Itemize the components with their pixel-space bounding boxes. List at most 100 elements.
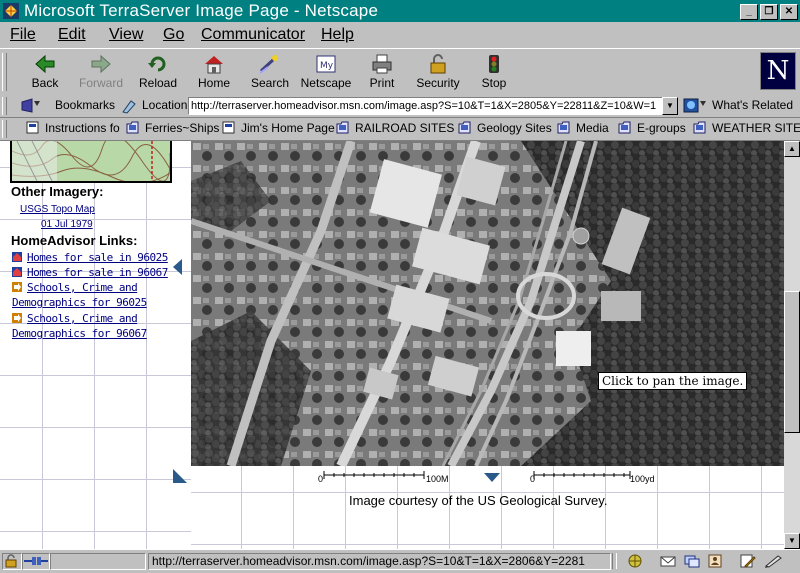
connection-status [22, 553, 50, 570]
search-button[interactable]: Search [243, 51, 297, 93]
my-netscape-icon: My [316, 55, 336, 73]
usgs-topo-map-link[interactable]: USGS Topo Map [20, 204, 95, 215]
security-lock-icon [5, 554, 17, 568]
yard-scale-end: 100yd [630, 474, 655, 484]
print-button[interactable]: Print [355, 51, 409, 93]
pan-southwest-arrow-icon[interactable] [173, 469, 187, 483]
pan-tooltip: Click to pan the image. [598, 372, 748, 390]
back-button[interactable]: Back [18, 51, 72, 93]
menu-bar: File Edit View Go Communicator Help [0, 22, 800, 48]
address-book-component-icon[interactable] [707, 554, 723, 568]
netscape-app-icon [3, 3, 19, 19]
home-button[interactable]: Home [187, 51, 241, 93]
reload-icon [148, 56, 166, 72]
folder-icon [557, 121, 570, 134]
svg-text:My: My [320, 61, 334, 71]
folder-icon [126, 121, 139, 134]
forward-icon [91, 54, 111, 74]
security-button[interactable]: Security [411, 51, 465, 93]
homes-for-sale-96025-link[interactable]: Homes for sale in 96025 [12, 251, 168, 264]
toolbar-grip[interactable] [2, 53, 7, 91]
pan-west-arrow-icon[interactable] [173, 259, 182, 275]
personal-item-instructions[interactable]: Instructions fo [26, 121, 120, 135]
stop-icon [489, 55, 499, 73]
location-label: Location: [142, 98, 191, 112]
yard-scale-bar [533, 471, 631, 479]
page-proxy-icon[interactable] [121, 98, 137, 114]
location-bar: Bookmarks Location: http://terraserver.h… [0, 95, 800, 118]
whats-related-icon[interactable] [682, 97, 708, 114]
location-grip[interactable] [2, 97, 7, 115]
close-button[interactable]: ✕ [780, 4, 798, 20]
house-icon [12, 252, 22, 262]
aerial-image[interactable] [191, 141, 784, 466]
demographics-96067-link[interactable]: Demographics for 96067 [12, 327, 147, 340]
newsgroups-component-icon[interactable] [684, 554, 700, 568]
title-bar: Microsoft TerraServer Image Page - Netsc… [0, 0, 800, 22]
scroll-down-arrow-icon[interactable]: ▼ [784, 533, 800, 549]
status-text: http://terraserver.homeadvisor.msn.com/i… [148, 553, 611, 570]
page-content: Other Imagery: USGS Topo Map 01 Jul 1979… [0, 141, 784, 549]
edit-pen-icon[interactable] [764, 554, 784, 568]
pan-south-arrow-icon[interactable] [484, 473, 500, 482]
security-status[interactable] [2, 553, 22, 570]
homeadvisor-links-heading: HomeAdvisor Links: [11, 233, 138, 248]
scroll-thumb[interactable] [784, 291, 800, 433]
menu-go[interactable]: Go [163, 26, 184, 44]
stop-button[interactable]: Stop [467, 51, 521, 93]
folder-icon [618, 121, 631, 134]
home-icon [205, 56, 223, 74]
reload-button[interactable]: Reload [131, 51, 185, 93]
left-sidebar: Other Imagery: USGS Topo Map 01 Jul 1979… [0, 141, 191, 549]
mail-component-icon[interactable] [660, 554, 676, 568]
personal-item-media[interactable]: Media [557, 121, 609, 135]
navigator-component-icon[interactable] [627, 554, 643, 568]
schools-crime-96025-link[interactable]: Schools, Crime and [12, 281, 138, 294]
meter-scale-bar [323, 471, 425, 479]
homes-for-sale-96067-link[interactable]: Homes for sale in 96067 [12, 266, 168, 279]
bookmarks-button[interactable]: Bookmarks [55, 98, 115, 112]
menu-view[interactable]: View [109, 26, 143, 44]
minimize-button[interactable]: _ [740, 4, 758, 20]
personal-item-jims-home-page[interactable]: Jim's Home Page [222, 121, 335, 135]
whats-related-button[interactable]: What's Related [712, 98, 793, 112]
print-icon [372, 54, 392, 74]
yard-scale-start: 0 [530, 474, 536, 484]
meter-scale-end: 100M [426, 474, 449, 484]
url-dropdown-arrow-icon[interactable]: ▼ [662, 97, 678, 115]
url-input[interactable]: http://terraserver.homeadvisor.msn.com/i… [188, 97, 666, 115]
connection-plug-icon [24, 557, 48, 565]
status-divider [612, 553, 617, 569]
scroll-up-arrow-icon[interactable]: ▲ [784, 141, 800, 157]
back-icon [35, 54, 55, 74]
folder-icon [458, 121, 471, 134]
menu-file[interactable]: File [10, 26, 36, 44]
schools-crime-96067-link[interactable]: Schools, Crime and [12, 312, 138, 325]
arrow-box-icon [12, 313, 22, 323]
personal-item-e-groups[interactable]: E-groups [618, 121, 686, 135]
personal-item-weather-sites[interactable]: WEATHER SITES [693, 121, 800, 135]
composer-component-icon[interactable] [740, 554, 756, 568]
menu-help[interactable]: Help [321, 26, 354, 44]
demographics-96025-link[interactable]: Demographics for 96025 [12, 296, 147, 309]
personal-item-railroad-sites[interactable]: RAILROAD SITES [336, 121, 454, 135]
bookmarks-icon[interactable] [20, 97, 48, 114]
other-imagery-heading: Other Imagery: [11, 184, 104, 199]
arrow-box-icon [12, 282, 22, 292]
menu-communicator[interactable]: Communicator [201, 26, 305, 44]
search-icon [259, 55, 278, 74]
topo-date-link[interactable]: 01 Jul 1979 [41, 219, 93, 230]
personal-grip[interactable] [2, 120, 7, 138]
netscape-logo[interactable]: N [760, 52, 796, 90]
personal-item-geology-sites[interactable]: Geology Sites [458, 121, 552, 135]
vertical-scrollbar[interactable]: ▲ ▼ [784, 141, 800, 549]
padlock-icon [430, 54, 446, 74]
restore-button[interactable]: ❐ [760, 4, 778, 20]
menu-edit[interactable]: Edit [58, 26, 86, 44]
personal-item-ferries[interactable]: Ferries~Ships [126, 121, 219, 135]
topo-map-thumbnail[interactable] [10, 141, 172, 183]
forward-button[interactable]: Forward [74, 51, 128, 93]
netscape-button[interactable]: My Netscape [299, 51, 353, 93]
meter-scale-start: 0 [318, 474, 324, 484]
progress-bar [50, 553, 146, 570]
